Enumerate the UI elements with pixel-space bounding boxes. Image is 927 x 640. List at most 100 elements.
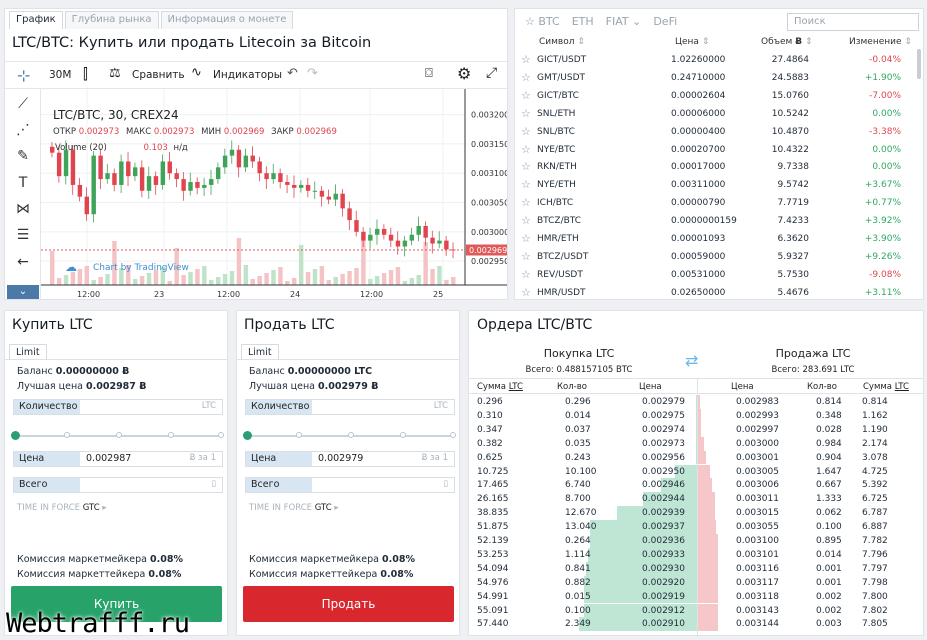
buy-limit-tab[interactable]: Limit	[9, 344, 47, 360]
ask-row[interactable]: 0.003055 0.100 6.887	[698, 520, 924, 534]
bid-row[interactable]: 0.310 0.014 0.002975	[469, 409, 697, 423]
pattern-tool-icon[interactable]: ⋈	[14, 200, 32, 218]
bid-row[interactable]: 52.139 0.264 0.002936	[469, 534, 697, 548]
collapse-toolbar-button[interactable]: ⌄	[7, 285, 39, 299]
tab-market-depth[interactable]: Глубина рынка	[64, 11, 159, 29]
star-icon[interactable]: ☆	[521, 107, 531, 120]
ask-row[interactable]: 0.003116 0.001 7.797	[698, 562, 924, 576]
market-row[interactable]: ☆ GMT/USDT 0.24710000 24.5883 +1.90%	[515, 69, 907, 87]
bid-row[interactable]: 54.991 0.015 0.002919	[469, 590, 697, 604]
star-icon[interactable]: ☆	[521, 71, 531, 84]
bid-row[interactable]: 55.091 0.100 0.002912	[469, 604, 697, 618]
sell-total-field[interactable]: Всего ▯	[245, 477, 455, 493]
bid-row[interactable]: 17.465 6.740 0.002946	[469, 478, 697, 492]
ask-row[interactable]: 0.002997 0.028 1.190	[698, 423, 924, 437]
market-row[interactable]: ☆ RKN/ETH 0.00017000 9.7338 0.00%	[515, 158, 907, 176]
tab-chart[interactable]: График	[9, 11, 63, 29]
ask-row[interactable]: 0.003011 1.333 6.725	[698, 492, 924, 506]
star-icon[interactable]: ☆	[521, 214, 531, 227]
compare-icon[interactable]: ⚖	[109, 66, 121, 81]
buy-total-field[interactable]: Всего ▯	[13, 477, 223, 493]
bid-row[interactable]: 54.094 0.841 0.002930	[469, 562, 697, 576]
market-row[interactable]: ☆ NYE/BTC 0.00020700 10.4322 0.00%	[515, 141, 907, 159]
star-icon[interactable]: ☆	[521, 143, 531, 156]
market-row[interactable]: ☆ GICT/USDT 1.02260000 27.4864 -0.04%	[515, 51, 907, 69]
price-chart[interactable]: 0.003200 0.003150 0.003100 0.003050 0.003000…	[41, 89, 507, 299]
col-volume[interactable]: Объем Ƀ ⇕	[761, 37, 813, 47]
market-tab-fiat[interactable]: FIAT ⌄	[606, 15, 642, 28]
star-icon[interactable]: ☆	[521, 196, 531, 209]
market-tab-eth[interactable]: ETH	[572, 15, 594, 28]
tradingview-attribution[interactable]: Chart by TradingView	[93, 263, 189, 273]
text-tool-icon[interactable]: T	[14, 174, 32, 192]
brush-tool-icon[interactable]: ✎	[14, 147, 32, 165]
sell-time-in-force[interactable]: TIME IN FORCE GTC ▸	[249, 503, 339, 513]
market-row[interactable]: ☆ SNL/ETH 0.00006000 10.5242 0.00%	[515, 105, 907, 123]
star-icon[interactable]: ☆	[521, 160, 531, 173]
sell-limit-tab[interactable]: Limit	[241, 344, 279, 360]
buy-time-in-force[interactable]: TIME IN FORCE GTC ▸	[17, 503, 107, 513]
bid-row[interactable]: 0.296 0.296 0.002979	[469, 395, 697, 409]
ask-row[interactable]: 0.003005 1.647 4.725	[698, 465, 924, 479]
star-icon[interactable]: ☆	[521, 89, 531, 102]
ask-row[interactable]: 0.002993 0.348 1.162	[698, 409, 924, 423]
ask-row[interactable]: 0.003101 0.014 7.796	[698, 548, 924, 562]
market-tab-btc[interactable]: ☆ BTC	[525, 15, 560, 28]
buy-amount-slider[interactable]	[11, 431, 224, 440]
sell-button[interactable]: Продать	[243, 586, 454, 622]
bid-row[interactable]: 0.347 0.037 0.002974	[469, 423, 697, 437]
bid-row[interactable]: 57.440 2.349 0.002910	[469, 617, 697, 631]
star-icon[interactable]: ☆	[521, 232, 531, 245]
market-row[interactable]: ☆ GICT/BTC 0.00002604 15.0760 -7.00%	[515, 87, 907, 105]
buy-price-field[interactable]: Цена 0.002987 Ƀ за 1	[13, 451, 223, 467]
ask-row[interactable]: 0.003117 0.001 7.798	[698, 576, 924, 590]
bid-row[interactable]: 0.625 0.243 0.002956	[469, 451, 697, 465]
market-row[interactable]: ☆ HMR/ETH 0.00001093 6.3620 +3.90%	[515, 230, 907, 248]
market-row[interactable]: ☆ BTCZ/BTC 0.0000000159 7.4233 +3.92%	[515, 212, 907, 230]
market-search-input[interactable]: Поиск	[787, 13, 919, 31]
compare-button[interactable]: Сравнить	[132, 69, 185, 81]
indicators-icon[interactable]: ∿	[191, 65, 202, 80]
sell-price-field[interactable]: Цена 0.002979 Ƀ за 1	[245, 451, 455, 467]
candles-icon[interactable]: ⫿	[83, 65, 88, 83]
ask-row[interactable]: 0.003000 0.984 2.174	[698, 437, 924, 451]
market-row[interactable]: ☆ BTCZ/USDT 0.00059000 5.9327 +9.26%	[515, 248, 907, 266]
star-icon[interactable]: ☆	[521, 53, 531, 66]
star-icon[interactable]: ☆	[521, 250, 531, 263]
col-symbol[interactable]: Символ ⇕	[539, 37, 585, 47]
ask-row[interactable]: 0.003118 0.002 7.800	[698, 590, 924, 604]
bid-row[interactable]: 26.165 8.700 0.002944	[469, 492, 697, 506]
tab-coin-info[interactable]: Информация о монете	[160, 11, 294, 29]
star-icon[interactable]: ☆	[521, 268, 531, 281]
buy-quantity-field[interactable]: Количество LTC	[13, 399, 223, 415]
col-change[interactable]: Изменение ⇕	[849, 37, 912, 47]
gear-icon[interactable]: ⚙	[457, 64, 471, 83]
fib-tool-icon[interactable]: ⋰	[14, 121, 32, 139]
bid-row[interactable]: 38.835 12.670 0.002939	[469, 506, 697, 520]
star-icon[interactable]: ☆	[521, 178, 531, 191]
ask-row[interactable]: 0.003100 0.895 7.782	[698, 534, 924, 548]
ask-row[interactable]: 0.003006 0.667 5.392	[698, 478, 924, 492]
indicators-button[interactable]: Индикаторы	[213, 69, 282, 81]
star-icon[interactable]: ☆	[521, 286, 531, 299]
market-row[interactable]: ☆ NYE/ETH 0.00311000 9.5742 +3.67%	[515, 176, 907, 194]
camera-icon[interactable]: ⌼	[425, 66, 433, 81]
line-tool-icon[interactable]: ⟋	[14, 95, 32, 113]
measure-tool-icon[interactable]: ☰	[14, 226, 32, 244]
market-scrollbar[interactable]	[917, 49, 921, 79]
bid-row[interactable]: 54.976 0.882 0.002920	[469, 576, 697, 590]
market-tab-defi[interactable]: DeFi	[653, 15, 677, 28]
ask-row[interactable]: 0.003001 0.904 3.078	[698, 451, 924, 465]
sell-quantity-field[interactable]: Количество LTC	[245, 399, 455, 415]
ask-row[interactable]: 0.003143 0.002 7.802	[698, 604, 924, 618]
bid-row[interactable]: 0.382 0.035 0.002973	[469, 437, 697, 451]
bid-row[interactable]: 51.875 13.040 0.002937	[469, 520, 697, 534]
swap-icon[interactable]: ⇄	[685, 351, 698, 370]
ask-row[interactable]: 0.002983 0.814 0.814	[698, 395, 924, 409]
fullscreen-icon[interactable]: ⤢	[486, 65, 497, 81]
crosshair-icon[interactable]: ⊹	[17, 66, 30, 85]
bid-row[interactable]: 10.725 10.100 0.002950	[469, 465, 697, 479]
sell-amount-slider[interactable]	[243, 431, 456, 440]
interval-button[interactable]: 30M	[49, 69, 71, 81]
ask-row[interactable]: 0.003144 0.003 7.805	[698, 617, 924, 631]
